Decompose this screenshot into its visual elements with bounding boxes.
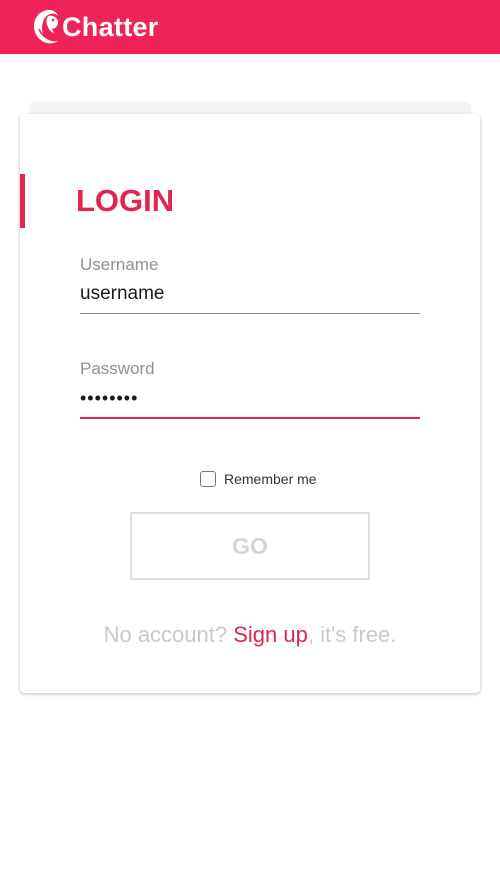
username-label: Username (80, 255, 159, 274)
remember-me-checkbox[interactable] (200, 471, 216, 487)
login-title: LOGIN (76, 183, 175, 218)
remember-me-label[interactable]: Remember me (224, 471, 317, 487)
signup-prefix: No account? (103, 622, 234, 647)
signup-link[interactable]: Sign up (233, 622, 308, 647)
title-accent-bar (20, 174, 25, 228)
username-field: Username (80, 255, 420, 314)
login-card: LOGIN Username Password Remember me GO N… (20, 114, 480, 693)
password-field: Password (80, 359, 420, 419)
signup-suffix: , it's free. (307, 622, 397, 647)
app-header: Chatter (0, 0, 500, 54)
signup-prompt: No account? Sign up, it's free. (20, 622, 480, 648)
app-root: Chatter LOGIN Username Password Remember… (0, 0, 500, 887)
dolphin-logo-icon (34, 10, 59, 44)
password-label: Password (80, 359, 155, 378)
username-input[interactable] (80, 281, 420, 307)
username-underline (80, 313, 420, 314)
password-input[interactable] (80, 385, 420, 411)
app-name: Chatter (62, 11, 159, 42)
password-underline (80, 417, 420, 419)
go-button[interactable]: GO (130, 512, 370, 580)
remember-me[interactable]: Remember me (200, 471, 317, 487)
brand[interactable]: Chatter (30, 7, 159, 47)
